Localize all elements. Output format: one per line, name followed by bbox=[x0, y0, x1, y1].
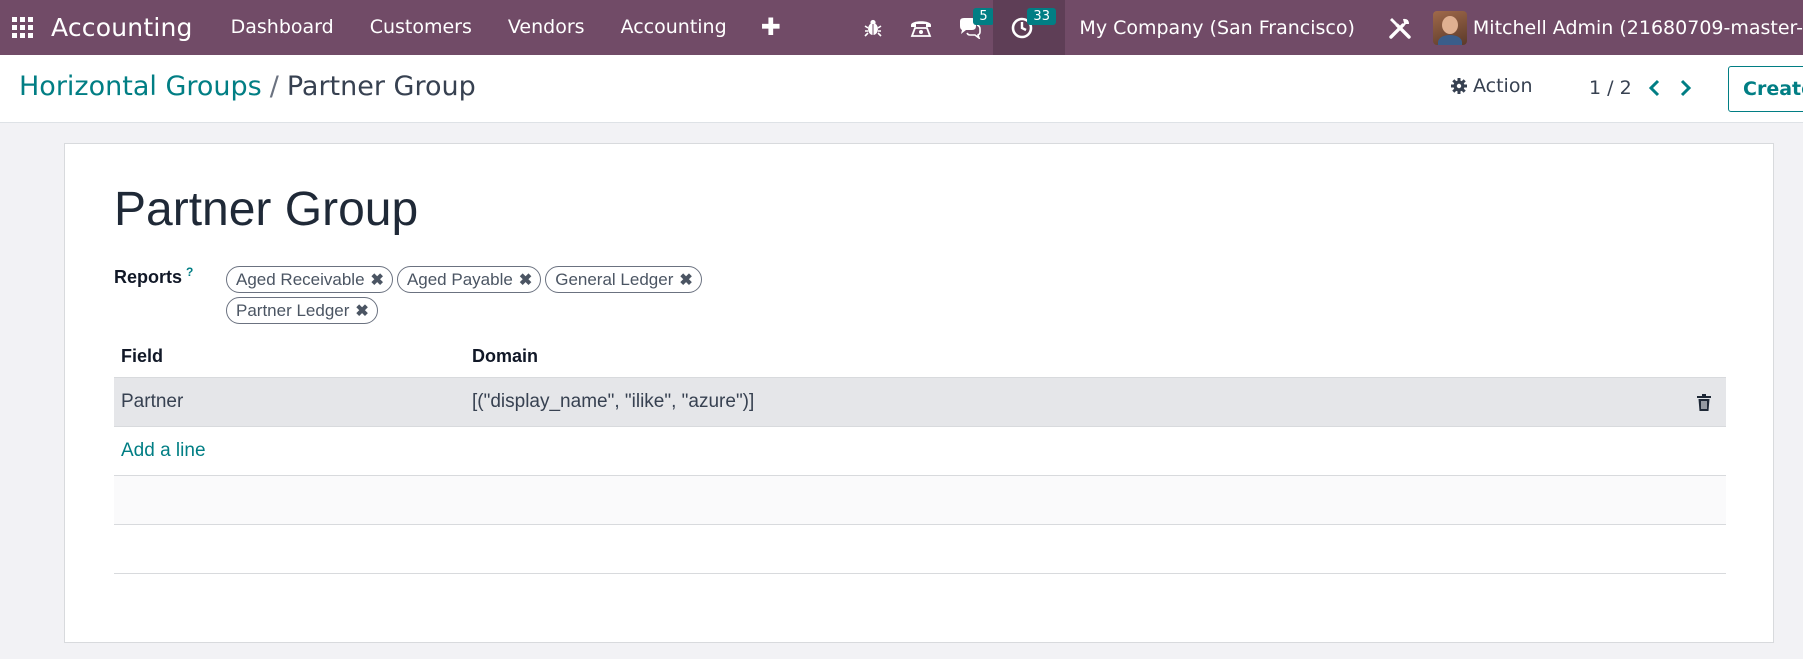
pager-value[interactable]: 1 / 2 bbox=[1589, 77, 1632, 99]
user-menu[interactable]: Mitchell Admin (21680709-master- bbox=[1423, 10, 1803, 45]
table-header: Field Domain bbox=[114, 336, 1726, 378]
report-tag: General Ledger ✖ bbox=[545, 266, 702, 293]
breadcrumb-separator: / bbox=[269, 71, 279, 102]
table-row[interactable]: Partner [("display_name", "ilike", "azur… bbox=[114, 378, 1726, 427]
form-sheet: Partner Group Reports? Aged Receivable ✖… bbox=[64, 143, 1774, 643]
remove-tag-icon[interactable]: ✖ bbox=[371, 270, 384, 290]
menu-accounting[interactable]: Accounting bbox=[603, 0, 745, 55]
company-switcher[interactable]: My Company (San Francisco) bbox=[1065, 17, 1376, 39]
reports-tags: Aged Receivable ✖ Aged Payable ✖ General… bbox=[226, 266, 746, 328]
messages-icon[interactable]: 5 bbox=[945, 0, 994, 55]
help-tooltip-icon[interactable]: ? bbox=[186, 265, 193, 279]
systray: 5 33 My Company (San Francisco) Mitchell… bbox=[849, 0, 1803, 55]
report-tag: Aged Payable ✖ bbox=[396, 266, 542, 293]
pager-previous-icon[interactable] bbox=[1640, 73, 1668, 103]
breadcrumb: Horizontal Groups / Partner Group bbox=[19, 71, 476, 102]
messages-count-badge: 5 bbox=[973, 8, 994, 25]
plus-icon[interactable]: ✚ bbox=[745, 0, 797, 55]
empty-row bbox=[114, 525, 1726, 574]
report-tag: Partner Ledger ✖ bbox=[226, 297, 378, 324]
breadcrumb-current: Partner Group bbox=[286, 71, 476, 102]
remove-tag-icon[interactable]: ✖ bbox=[679, 270, 692, 290]
record-title[interactable]: Partner Group bbox=[114, 182, 418, 237]
reports-label: Reports? bbox=[114, 265, 193, 288]
grouping-lines-table: Field Domain Partner [("display_name", "… bbox=[114, 336, 1726, 574]
phone-icon[interactable] bbox=[897, 0, 945, 55]
settings-tools-icon[interactable] bbox=[1377, 15, 1423, 41]
activities-clock-icon[interactable]: 33 bbox=[993, 0, 1066, 55]
cell-domain[interactable]: [("display_name", "ilike", "azure")] bbox=[472, 391, 1682, 413]
remove-tag-icon[interactable]: ✖ bbox=[355, 301, 368, 321]
column-header-domain[interactable]: Domain bbox=[472, 346, 1726, 367]
debug-bug-icon[interactable] bbox=[849, 0, 897, 55]
remove-tag-icon[interactable]: ✖ bbox=[519, 270, 532, 290]
main-menu: Dashboard Customers Vendors Accounting bbox=[213, 0, 745, 55]
report-tag-label: Aged Payable bbox=[406, 269, 513, 289]
gear-icon bbox=[1451, 78, 1467, 94]
top-navbar: Accounting Dashboard Customers Vendors A… bbox=[0, 0, 1803, 55]
column-header-field[interactable]: Field bbox=[114, 346, 472, 367]
delete-row-trash-icon[interactable] bbox=[1682, 393, 1726, 411]
menu-vendors[interactable]: Vendors bbox=[490, 0, 603, 55]
breadcrumb-parent-link[interactable]: Horizontal Groups bbox=[19, 71, 262, 102]
report-tag-label: Partner Ledger bbox=[236, 300, 350, 320]
empty-row bbox=[114, 476, 1726, 525]
activities-count-badge: 33 bbox=[1027, 8, 1056, 25]
action-menu-button[interactable]: Action bbox=[1450, 75, 1533, 97]
user-avatar bbox=[1432, 10, 1467, 45]
menu-dashboard[interactable]: Dashboard bbox=[213, 0, 352, 55]
add-line-row: Add a line bbox=[114, 427, 1726, 476]
control-panel: Horizontal Groups / Partner Group Action… bbox=[0, 55, 1803, 123]
pager-next-icon[interactable] bbox=[1672, 73, 1700, 103]
report-tag-label: General Ledger bbox=[555, 269, 674, 289]
menu-customers[interactable]: Customers bbox=[352, 0, 490, 55]
app-brand[interactable]: Accounting bbox=[51, 13, 193, 42]
user-name: Mitchell Admin (21680709-master- bbox=[1472, 16, 1803, 39]
add-a-line-link[interactable]: Add a line bbox=[114, 440, 206, 462]
report-tag: Aged Receivable ✖ bbox=[226, 266, 393, 293]
create-button[interactable]: Create bbox=[1728, 66, 1803, 112]
report-tag-label: Aged Receivable bbox=[236, 269, 365, 289]
cell-field[interactable]: Partner bbox=[114, 391, 472, 413]
action-label: Action bbox=[1473, 75, 1533, 97]
apps-menu-icon[interactable] bbox=[12, 16, 34, 39]
reports-label-text: Reports bbox=[114, 267, 183, 287]
